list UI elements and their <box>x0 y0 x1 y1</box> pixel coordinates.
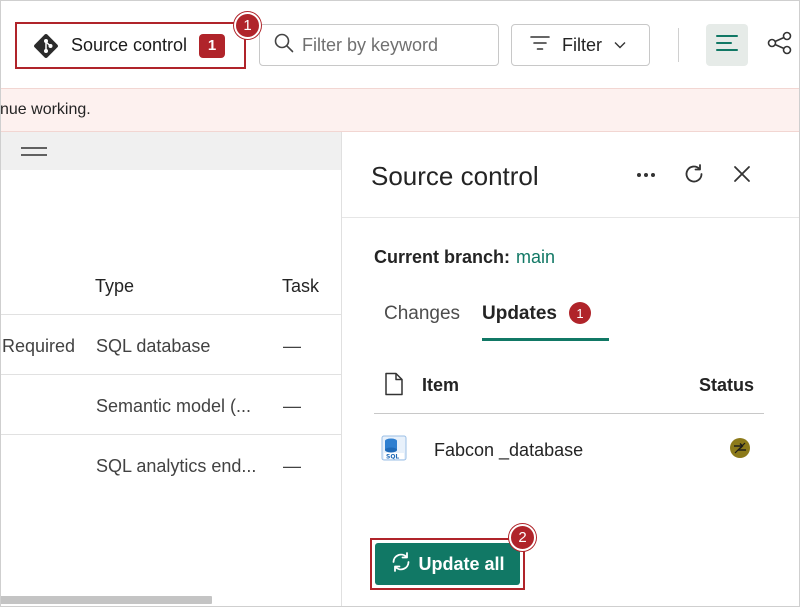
column-header-item: Item <box>422 375 460 395</box>
table-header-bar <box>0 132 341 170</box>
column-header-status: Status <box>699 375 755 395</box>
lineage-view-button[interactable] <box>766 30 794 60</box>
toolbar-divider <box>678 28 679 62</box>
row-task-cell: — <box>283 336 301 356</box>
active-tab-indicator <box>482 338 609 341</box>
callout-2: 2 <box>509 524 536 551</box>
row-divider <box>0 434 341 435</box>
update-all-label: Update all <box>418 553 505 574</box>
file-icon <box>384 372 404 401</box>
filter-icon <box>530 35 550 56</box>
row-type-cell: Semantic model (... <box>96 396 252 416</box>
source-control-button[interactable]: Source control 1 <box>15 22 246 69</box>
row-divider <box>0 314 341 315</box>
tab-changes[interactable]: Changes <box>384 303 460 325</box>
callout-1: 1 <box>234 12 261 39</box>
drag-handle-icon[interactable] <box>21 147 47 156</box>
row-type-cell: SQL database <box>96 336 211 356</box>
filter-button[interactable]: Filter <box>511 24 650 66</box>
list-item-name[interactable]: Fabcon _database <box>434 440 583 461</box>
close-icon[interactable] <box>729 161 755 187</box>
filter-label: Filter <box>562 34 602 55</box>
current-branch: Current branch: main <box>374 247 555 268</box>
list-view-icon <box>716 34 738 57</box>
list-header-divider <box>374 413 764 414</box>
svg-text:SQL: SQL <box>386 454 399 461</box>
source-control-count-badge: 1 <box>199 33 226 58</box>
refresh-icon[interactable] <box>681 161 707 187</box>
search-icon <box>274 33 294 58</box>
list-view-button[interactable] <box>706 24 748 66</box>
search-input[interactable] <box>302 34 482 56</box>
panel-title: Source control <box>371 161 539 191</box>
tab-updates[interactable]: Updates <box>482 303 557 325</box>
chevron-down-icon <box>614 41 626 49</box>
update-all-highlight: Update all <box>370 538 525 590</box>
search-box[interactable] <box>259 24 499 66</box>
branch-label: Current branch: <box>374 247 511 267</box>
sync-icon <box>390 551 412 578</box>
update-all-button[interactable]: Update all <box>375 543 520 585</box>
notification-banner: nue working. <box>0 88 800 132</box>
branch-value[interactable]: main <box>516 247 555 267</box>
more-options-icon[interactable] <box>633 162 659 188</box>
sql-database-icon: SQL <box>381 435 407 466</box>
update-status-icon <box>730 438 750 458</box>
row-divider <box>0 374 341 375</box>
row-task-cell: — <box>283 396 301 416</box>
source-control-label: Source control <box>71 35 188 55</box>
row-task-cell: — <box>283 456 301 476</box>
horizontal-scrollbar[interactable] <box>0 596 212 604</box>
git-icon <box>33 33 59 59</box>
workspace-items-table: Type Task Required SQL database — Semant… <box>0 132 341 607</box>
panel-header-divider <box>342 217 800 218</box>
banner-text: nue working. <box>0 101 91 118</box>
updates-count-badge: 1 <box>569 302 591 324</box>
row-status-cell: Required <box>2 336 76 356</box>
column-header-task[interactable]: Task <box>282 276 319 297</box>
source-control-panel: Source control Current branch: main Chang… <box>341 132 800 607</box>
toolbar: Source control 1 Filter <box>0 0 800 88</box>
column-header-type[interactable]: Type <box>95 276 134 297</box>
row-type-cell: SQL analytics end... <box>96 456 257 476</box>
lineage-icon <box>767 31 793 60</box>
